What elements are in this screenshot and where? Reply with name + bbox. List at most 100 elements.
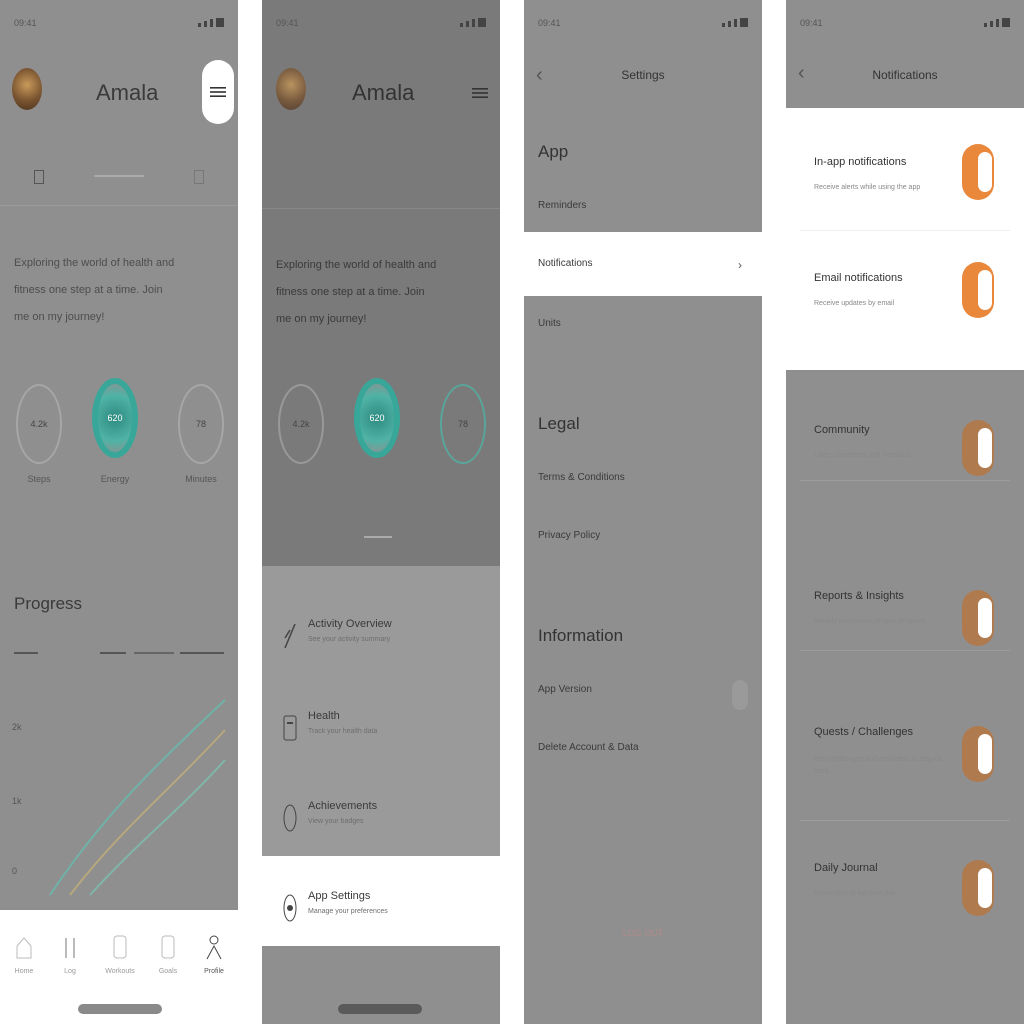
health-icon <box>283 715 297 741</box>
avatar[interactable] <box>12 68 42 110</box>
quests-toggle[interactable] <box>962 726 994 782</box>
menu-item-subtitle: Manage your preferences <box>308 908 388 915</box>
chart-line-1 <box>49 699 226 896</box>
logout-button[interactable]: LOG OUT <box>524 928 762 938</box>
ring-label: Steps <box>27 474 51 484</box>
profile-name: Amala <box>96 80 159 105</box>
settings-row-notifications[interactable]: Notifications <box>538 258 592 269</box>
settings-row-reminders[interactable]: Reminders <box>538 200 586 211</box>
status-time: 09:41 <box>14 18 37 28</box>
sheet-handle[interactable] <box>364 536 392 538</box>
community-toggle[interactable] <box>962 420 994 476</box>
chart-line-3 <box>89 759 226 896</box>
section-heading: App <box>538 142 569 161</box>
signal-icon <box>460 18 486 27</box>
menu-item-achievements[interactable]: Achievements View your badges <box>262 786 500 866</box>
workouts-icon <box>113 935 127 959</box>
nav-label: Home <box>14 968 34 975</box>
section-title: Progress <box>14 594 83 613</box>
notification-title: Community <box>814 424 870 436</box>
steps-ring: 4.2k <box>278 384 324 464</box>
nav-label: Goals <box>158 968 178 975</box>
nav-profile[interactable]: Profile <box>194 932 234 975</box>
avatar <box>276 68 306 110</box>
nav-log[interactable]: Log <box>50 932 90 975</box>
bio-line: fitness one step at a time. Join <box>14 284 163 296</box>
bio-line: me on my journey! <box>276 313 367 325</box>
settings-row-terms[interactable]: Terms & Conditions <box>538 472 625 483</box>
daily-journal-toggle[interactable] <box>962 860 994 916</box>
nav-workouts[interactable]: Workouts <box>100 932 140 975</box>
menu-item-title: Achievements <box>308 800 378 812</box>
menu-item-health[interactable]: Health Track your health data <box>262 696 500 776</box>
menu-item-activity[interactable]: Activity Overview See your activity summ… <box>262 604 500 684</box>
divider <box>262 208 500 209</box>
minutes-ring[interactable]: 78 <box>178 384 224 464</box>
dim-overlay <box>524 0 762 232</box>
status-bar: 09:41 <box>538 18 748 30</box>
menu-screen: 09:41 Amala Exploring the world of healt… <box>262 0 500 1024</box>
ring-label: Energy <box>100 474 130 484</box>
email-notifications-toggle[interactable] <box>962 262 994 318</box>
steps-ring[interactable]: 4.2k <box>16 384 62 464</box>
reports-toggle[interactable] <box>962 590 994 646</box>
profile-bio: Exploring the world of health and fitnes… <box>14 250 224 331</box>
status-bar: 09:41 <box>276 18 486 30</box>
hamburger-icon <box>472 86 488 98</box>
dim-overlay <box>524 296 762 1024</box>
status-time: 09:41 <box>538 18 561 28</box>
settings-row-version: App Version <box>538 684 592 695</box>
profile-icon <box>206 935 222 960</box>
hamburger-icon <box>210 87 226 97</box>
settings-row-privacy[interactable]: Privacy Policy <box>538 530 600 541</box>
home-indicator <box>338 1004 422 1014</box>
divider <box>0 205 238 206</box>
list-tab-icon[interactable] <box>194 170 204 184</box>
nav-label: Workouts <box>105 968 135 975</box>
nav-label: Log <box>64 968 76 975</box>
nav-home[interactable]: Home <box>4 932 44 975</box>
status-bar: 09:41 <box>800 18 1010 30</box>
menu-item-title: Activity Overview <box>308 618 392 630</box>
divider <box>800 820 1010 821</box>
notification-subtitle: New challenges and reminders to stay on … <box>814 756 943 775</box>
menu-item-subtitle: See your activity summary <box>308 636 391 643</box>
bio-line: fitness one step at a time. Join <box>276 286 425 298</box>
menu-button[interactable] <box>202 60 234 124</box>
divider <box>800 230 1010 231</box>
progress-chart <box>49 699 226 896</box>
energy-ring[interactable]: 620 <box>92 378 138 458</box>
home-indicator <box>78 1004 162 1014</box>
screen-title: Settings <box>621 68 665 82</box>
settings-row-delete-account[interactable]: Delete Account & Data <box>538 742 639 753</box>
menu-item-subtitle: View your badges <box>308 818 364 825</box>
notification-title: In-app notifications <box>814 156 907 168</box>
divider <box>800 480 1010 481</box>
log-icon <box>65 938 75 958</box>
chart-filter-bar[interactable] <box>14 652 224 654</box>
y-tick-label: 1k <box>12 796 22 806</box>
in-app-notifications-toggle[interactable] <box>962 144 994 200</box>
section-heading: Information <box>538 626 624 645</box>
menu-item-title: App Settings <box>308 890 371 902</box>
settings-row-units[interactable]: Units <box>538 318 561 329</box>
profile-bio: Exploring the world of health and fitnes… <box>276 252 486 333</box>
notification-title: Email notifications <box>814 272 903 284</box>
activity-icon <box>284 623 296 649</box>
home-icon <box>16 937 32 959</box>
screen-title: Notifications <box>872 68 938 82</box>
notification-subtitle: Weekly summaries of your progress <box>814 618 926 625</box>
chevron-right-icon: › <box>738 258 742 272</box>
notification-subtitle: Receive updates by email <box>814 300 895 307</box>
dim-overlay <box>786 0 1024 108</box>
grid-tab-icon[interactable] <box>34 170 44 184</box>
status-time: 09:41 <box>800 18 823 28</box>
signal-icon <box>722 18 748 27</box>
y-tick-label: 0 <box>12 866 18 876</box>
info-badge <box>732 680 748 710</box>
menu-item-settings[interactable]: App Settings Manage your preferences <box>262 876 500 956</box>
notifications-screen: 09:41 ‹ Notifications In-app notificatio… <box>786 0 1024 1024</box>
nav-goals[interactable]: Goals <box>148 932 188 975</box>
status-time: 09:41 <box>276 18 299 28</box>
divider <box>800 650 1010 651</box>
